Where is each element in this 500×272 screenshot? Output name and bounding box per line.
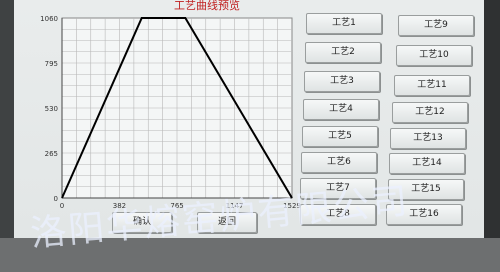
process-14-button[interactable]: 工艺14 <box>389 153 465 174</box>
process-4-button[interactable]: 工艺4 <box>303 99 379 120</box>
monitor-bezel-right <box>484 0 500 272</box>
process-3-button[interactable]: 工艺3 <box>304 71 380 92</box>
monitor-bezel-left <box>0 0 14 272</box>
y-tick-label: 1060 <box>40 15 58 23</box>
y-tick-label: 265 <box>45 150 58 158</box>
process-10-button[interactable]: 工艺10 <box>396 45 472 66</box>
chart-grid <box>61 17 293 199</box>
process-5-button[interactable]: 工艺5 <box>302 126 378 147</box>
y-tick-label: 795 <box>45 60 58 68</box>
y-tick-label: 530 <box>45 105 58 113</box>
process-13-button[interactable]: 工艺13 <box>390 128 466 149</box>
process-2-button[interactable]: 工艺2 <box>305 42 381 63</box>
process-11-button[interactable]: 工艺11 <box>394 75 470 96</box>
process-6-button[interactable]: 工艺6 <box>301 152 377 173</box>
process-12-button[interactable]: 工艺12 <box>392 102 468 123</box>
process-9-button[interactable]: 工艺9 <box>398 15 474 36</box>
process-1-button[interactable]: 工艺1 <box>306 13 382 34</box>
